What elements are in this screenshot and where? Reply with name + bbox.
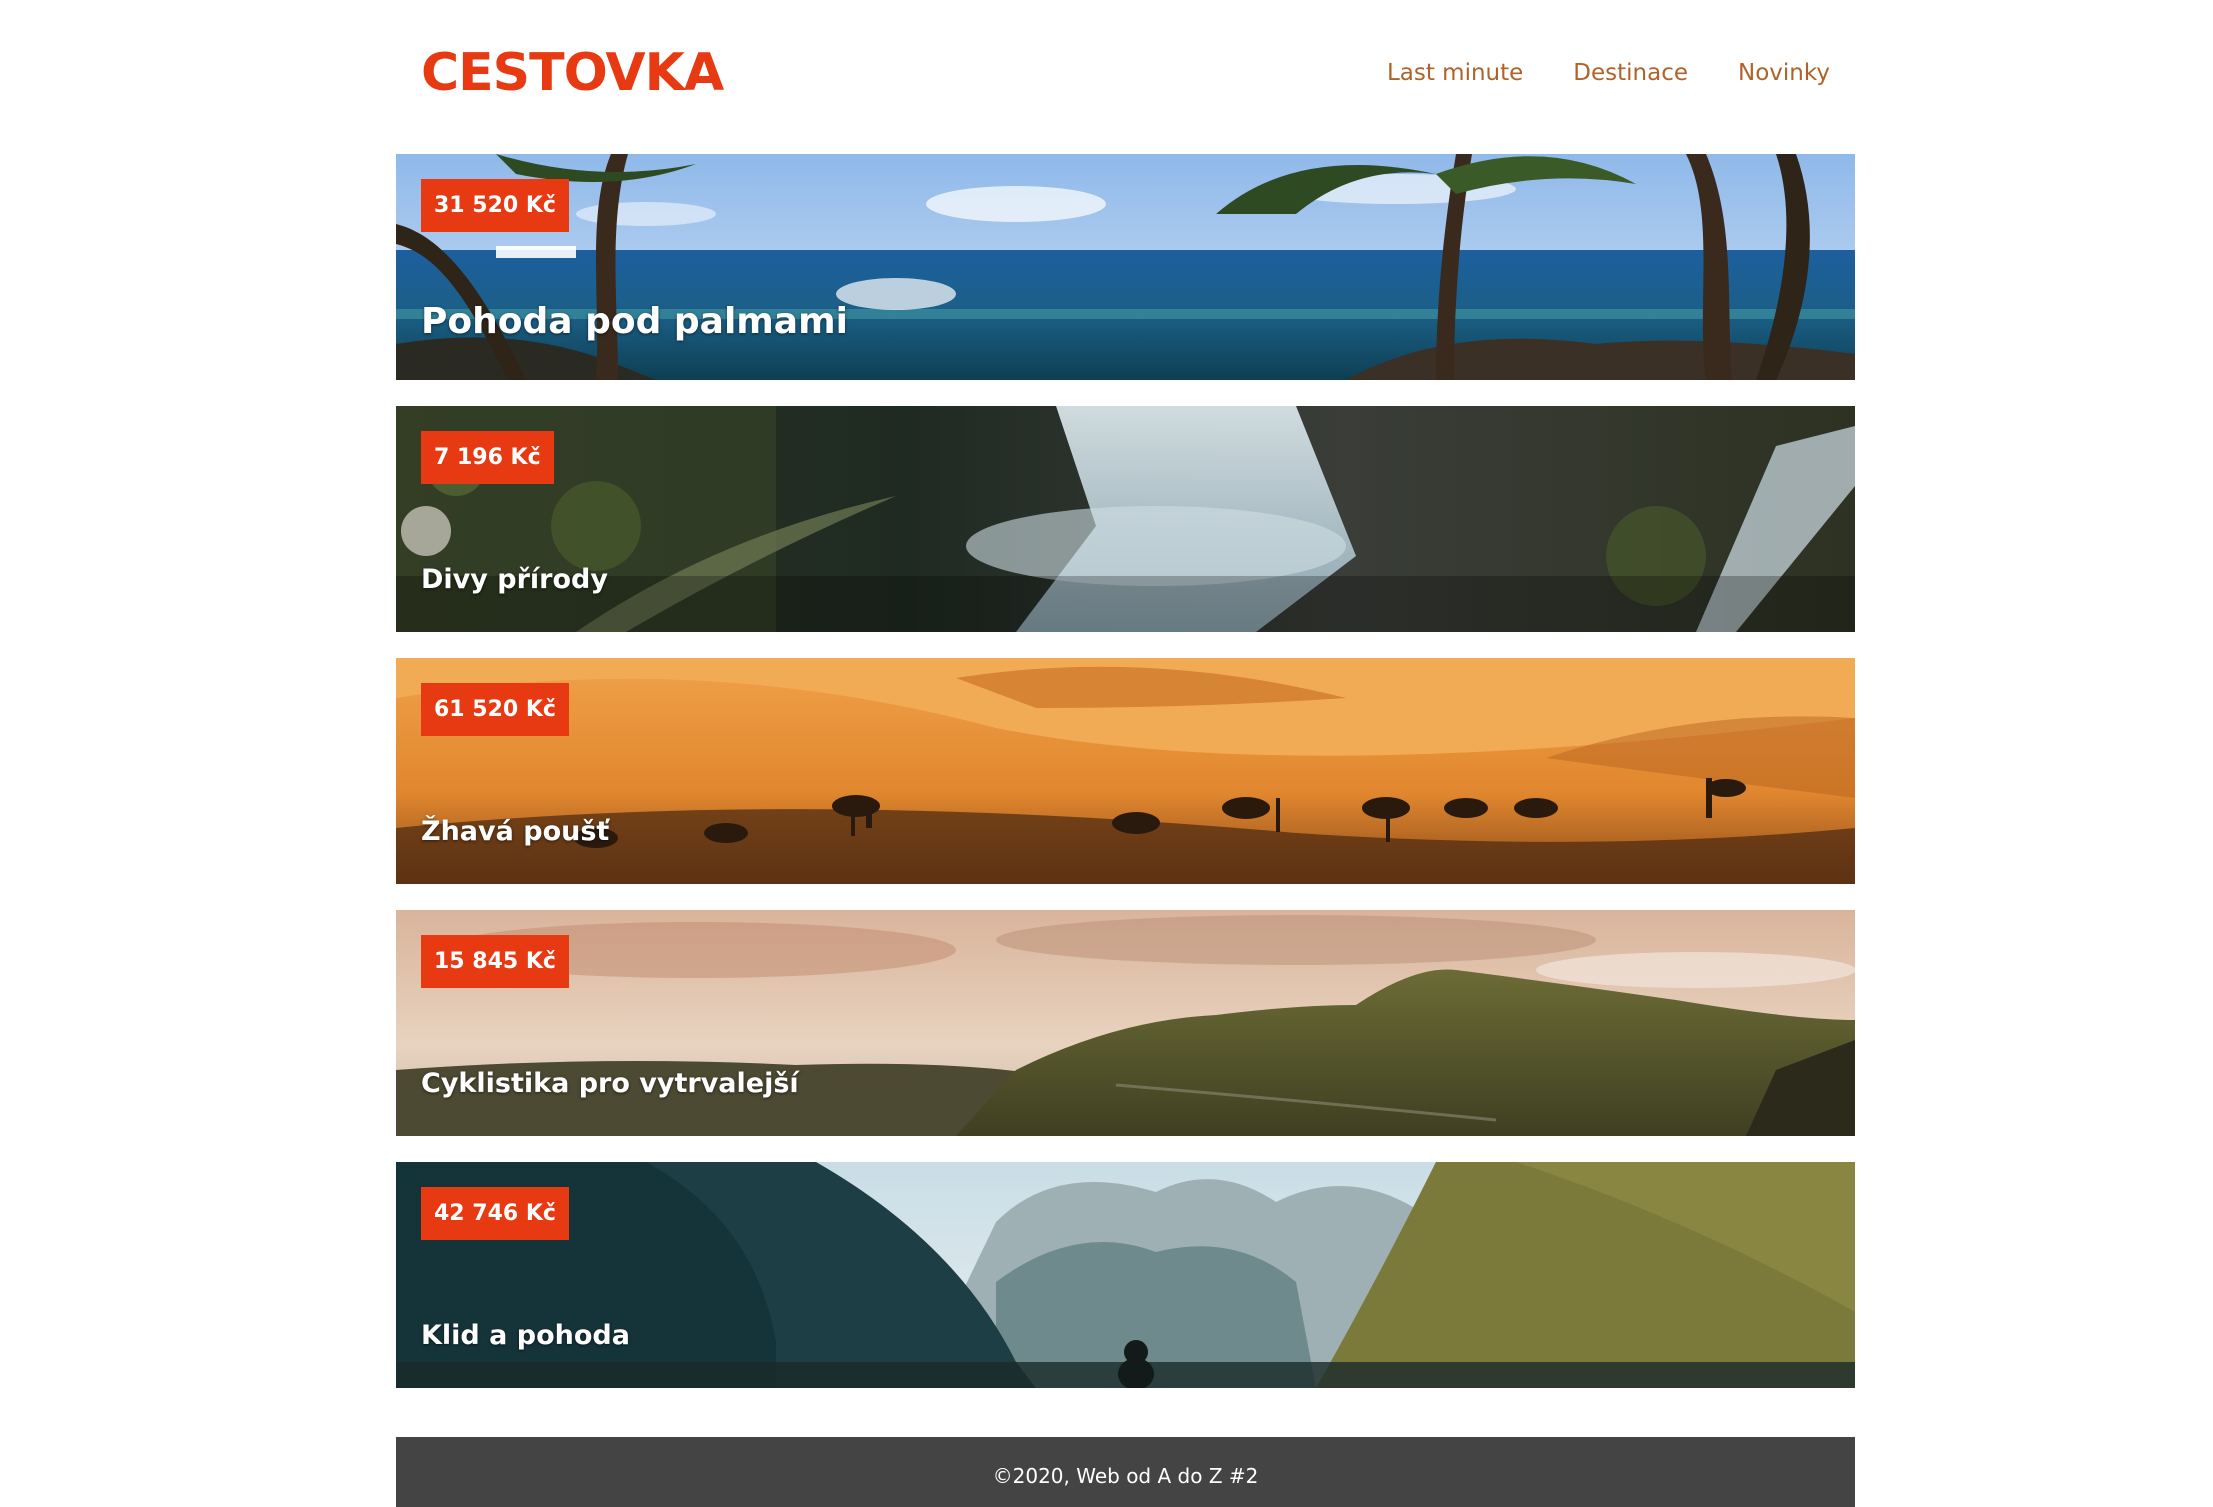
mountain-lake-photo <box>396 1162 1855 1388</box>
trip-card[interactable]: 15 845 Kč Cyklistika pro vytrvalejší <box>396 910 1855 1136</box>
price-badge: 61 520 Kč <box>421 683 569 736</box>
footer-copyright: ©2020, Web od A do Z #2 <box>992 1463 1259 1488</box>
desert-camels-photo <box>396 658 1855 884</box>
nav-link-last-minute[interactable]: Last minute <box>1387 58 1523 88</box>
beach-palms-photo <box>396 154 1855 380</box>
main-nav: Last minute Destinace Novinky <box>1387 58 1830 88</box>
price-badge: 31 520 Kč <box>421 179 569 232</box>
waterfall-photo <box>396 406 1855 632</box>
price-badge: 7 196 Kč <box>421 431 554 484</box>
trip-card[interactable]: 7 196 Kč Divy přírody <box>396 406 1855 632</box>
site-footer: ©2020, Web od A do Z #2 <box>396 1437 1855 1507</box>
trip-title: Divy přírody <box>421 564 608 595</box>
price-badge: 15 845 Kč <box>421 935 569 988</box>
nav-link-destinace[interactable]: Destinace <box>1573 58 1688 88</box>
trip-title: Žhavá poušť <box>421 816 610 847</box>
trip-title: Cyklistika pro vytrvalejší <box>421 1068 799 1099</box>
price-badge: 42 746 Kč <box>421 1187 569 1240</box>
trip-list: 31 520 Kč Pohoda pod palmami 7 196 Kč Di… <box>396 154 1855 1414</box>
nav-link-novinky[interactable]: Novinky <box>1738 58 1830 88</box>
site-logo[interactable]: CESTOVKA <box>421 40 724 106</box>
trip-card[interactable]: 31 520 Kč Pohoda pod palmami <box>396 154 1855 380</box>
site-header: CESTOVKA Last minute Destinace Novinky <box>396 0 1855 150</box>
trip-card[interactable]: 42 746 Kč Klid a pohoda <box>396 1162 1855 1388</box>
trip-card[interactable]: 61 520 Kč Žhavá poušť <box>396 658 1855 884</box>
trip-title: Pohoda pod palmami <box>421 301 848 342</box>
trip-title: Klid a pohoda <box>421 1320 630 1351</box>
green-hills-photo <box>396 910 1855 1136</box>
